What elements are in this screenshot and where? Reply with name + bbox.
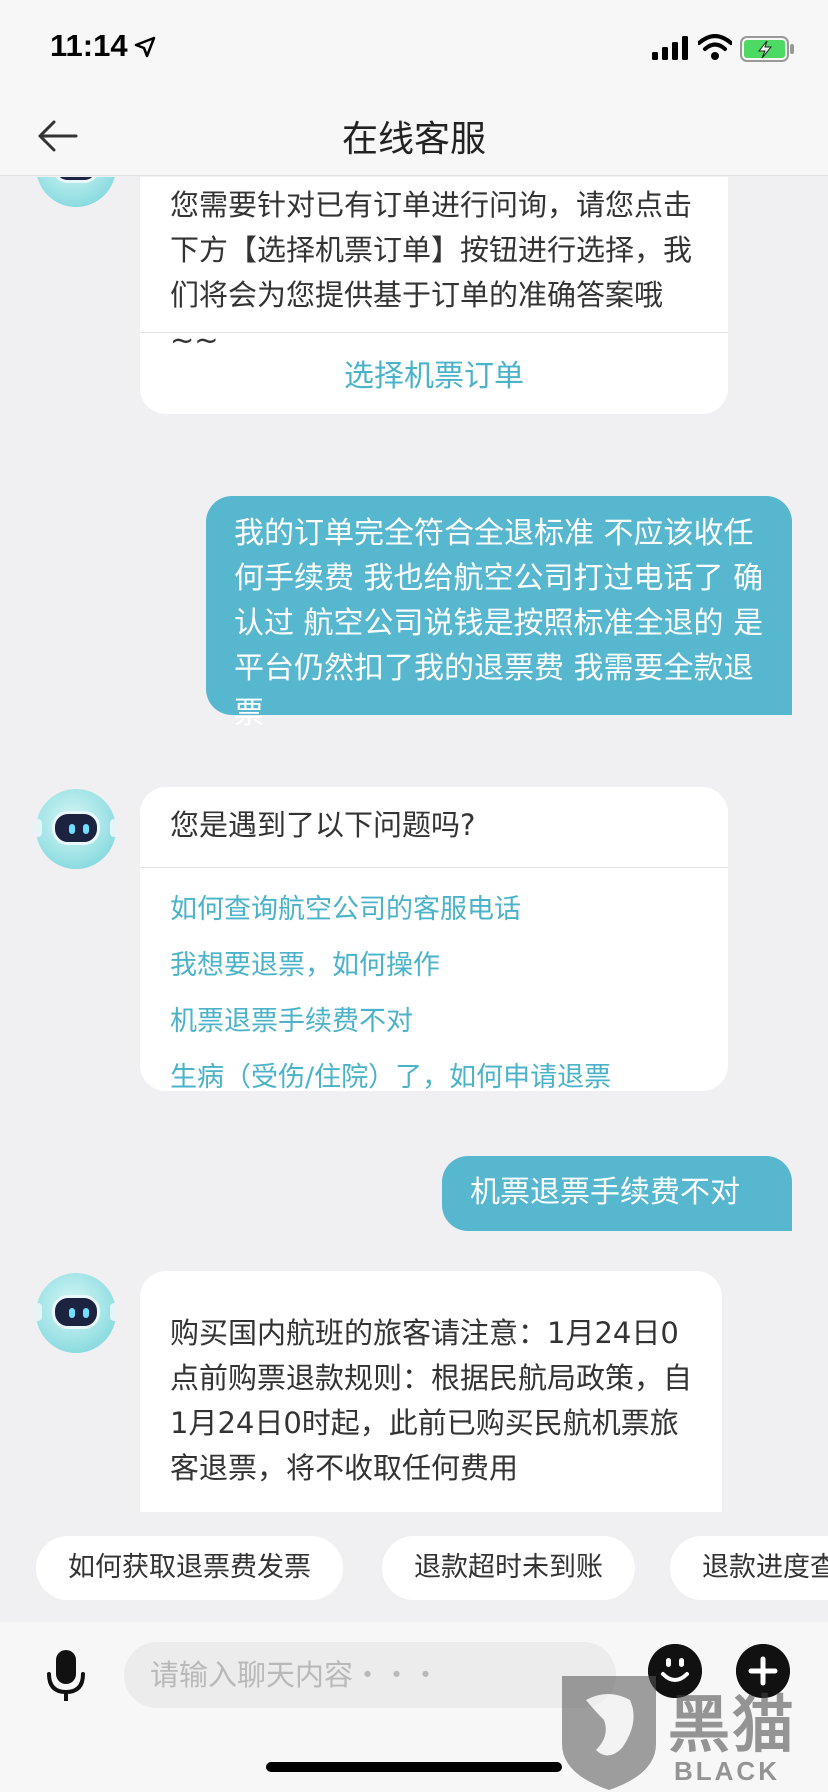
bot-avatar [34, 1273, 118, 1353]
user-message-text: 机票退票手续费不对 [470, 1175, 740, 1210]
suggestion-option[interactable]: 如何查询航空公司的客服电话 [170, 887, 521, 926]
home-indicator [266, 1762, 562, 1772]
bot-question-card: 您是遇到了以下问题吗? 如何查询航空公司的客服电话 我想要退票，如何操作 机票退… [140, 787, 728, 1094]
status-time: 11:14 [50, 28, 128, 63]
bot-question-text: 您是遇到了以下问题吗? [170, 808, 476, 842]
watermark-brand-cn: 黑猫 [668, 1688, 797, 1761]
user-message-bubble: 我的订单完全符合全退标准 不应该收任何手续费 我也给航空公司打过电话了 确认过 … [206, 496, 792, 731]
battery-charging-icon [740, 36, 794, 62]
card-divider [140, 332, 728, 333]
quick-reply-chip[interactable]: 退款进度查询 [670, 1536, 828, 1600]
wifi-icon [698, 34, 732, 60]
black-cat-logo-icon [562, 1676, 656, 1790]
bot-message-card: 购买国内航班的旅客请注意：1月24日0点前购票退款规则：根据民航局政策，自1月2… [140, 1271, 722, 1512]
bot-message-card: 您需要针对已有订单进行问询，请您点击下方【选择机票订单】按钮进行选择，我们将会为… [140, 177, 728, 414]
suggestion-option[interactable]: 我想要退票，如何操作 [170, 943, 440, 982]
user-message-bubble: 机票退票手续费不对 [442, 1156, 792, 1231]
bot-message-text: 购买国内航班的旅客请注意：1月24日0点前购票退款规则：根据民航局政策，自1月2… [170, 1316, 693, 1485]
nav-bar: 在线客服 [0, 96, 828, 176]
chat-list[interactable]: 您需要针对已有订单进行问询，请您点击下方【选择机票订单】按钮进行选择，我们将会为… [0, 177, 828, 1512]
microphone-icon[interactable] [44, 1648, 88, 1704]
watermark: 黑猫 BLACK CAT [556, 1670, 828, 1792]
suggestion-option[interactable]: 生病（受伤/住院）了，如何申请退票 [170, 1055, 611, 1094]
user-message-text: 我的订单完全符合全退标准 不应该收任何手续费 我也给航空公司打过电话了 确认过 … [234, 516, 764, 731]
page-title: 在线客服 [341, 119, 486, 160]
location-arrow-icon [134, 36, 156, 58]
bot-message-text: 您需要针对已有订单进行问询，请您点击下方【选择机票订单】按钮进行选择，我们将会为… [170, 188, 693, 357]
card-divider [140, 867, 728, 868]
quick-reply-chip[interactable]: 退款超时未到账 [382, 1536, 635, 1600]
watermark-brand-en: BLACK CAT [674, 1756, 780, 1792]
suggestion-option[interactable]: 机票退票手续费不对 [170, 999, 413, 1038]
select-ticket-order-button[interactable]: 选择机票订单 [140, 351, 728, 395]
quick-reply-chip[interactable]: 如何获取退票费发票 [36, 1536, 343, 1600]
quick-reply-bar: 如何获取退票费发票 退款超时未到账 退款进度查询 [0, 1512, 828, 1612]
bot-avatar [36, 177, 116, 207]
status-bar: 11:14 [0, 0, 828, 96]
bot-avatar [34, 789, 118, 869]
chat-input[interactable] [124, 1642, 616, 1708]
cellular-signal-icon [652, 36, 688, 60]
